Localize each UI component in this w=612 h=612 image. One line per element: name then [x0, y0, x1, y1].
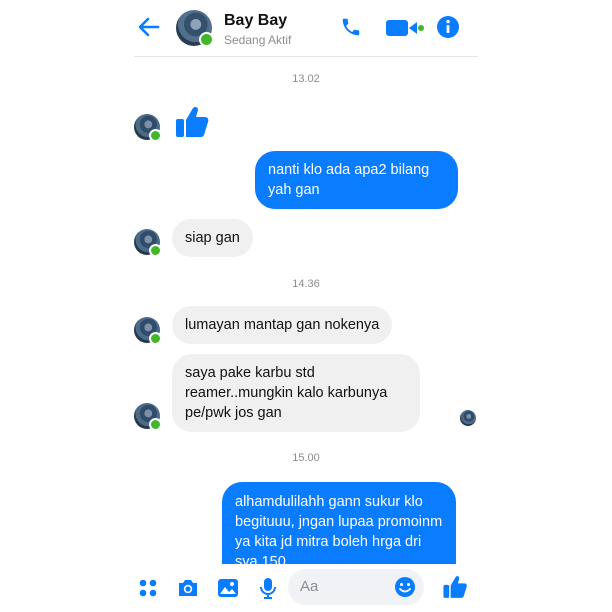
contact-avatar-small [134, 317, 162, 345]
contact-avatar[interactable] [176, 10, 214, 47]
gallery-icon[interactable] [216, 576, 240, 600]
timestamp: 13.02 [292, 73, 320, 85]
contact-name[interactable]: Bay Bay [224, 12, 287, 30]
microphone-icon[interactable] [256, 576, 280, 600]
seen-receipt-avatar [460, 410, 476, 426]
message-outgoing[interactable]: nanti klo ada apa2 bilang yah gan [255, 151, 458, 209]
menu-dots-icon[interactable] [136, 576, 160, 600]
contact-avatar-small [134, 229, 162, 257]
timestamp: 14.36 [292, 278, 320, 290]
online-indicator [199, 32, 214, 47]
message-incoming[interactable]: siap gan [172, 219, 253, 257]
emoji-icon[interactable] [394, 576, 416, 598]
camera-icon[interactable] [176, 576, 200, 600]
input-placeholder: Aa [300, 578, 319, 595]
like-icon[interactable] [442, 574, 468, 600]
back-arrow-icon[interactable] [136, 14, 162, 40]
contact-avatar-small [134, 114, 162, 142]
thumbs-up-sticker-icon [176, 106, 209, 137]
timestamp: 15.00 [292, 452, 320, 464]
info-icon[interactable] [436, 15, 460, 39]
chat-screen: Bay Bay Sedang Aktif 13.02 nanti klo ada… [134, 0, 478, 612]
message-incoming[interactable]: saya pake karbu std reamer..mungkin kalo… [172, 354, 420, 432]
active-status: Sedang Aktif [224, 33, 292, 47]
message-composer: Aa [134, 564, 478, 612]
phone-icon[interactable] [340, 16, 362, 38]
message-input[interactable]: Aa [288, 569, 424, 605]
contact-avatar-small [134, 403, 162, 431]
message-incoming[interactable]: lumayan mantap gan nokenya [172, 306, 393, 344]
video-camera-icon[interactable] [386, 18, 424, 38]
chat-header: Bay Bay Sedang Aktif [134, 0, 478, 57]
